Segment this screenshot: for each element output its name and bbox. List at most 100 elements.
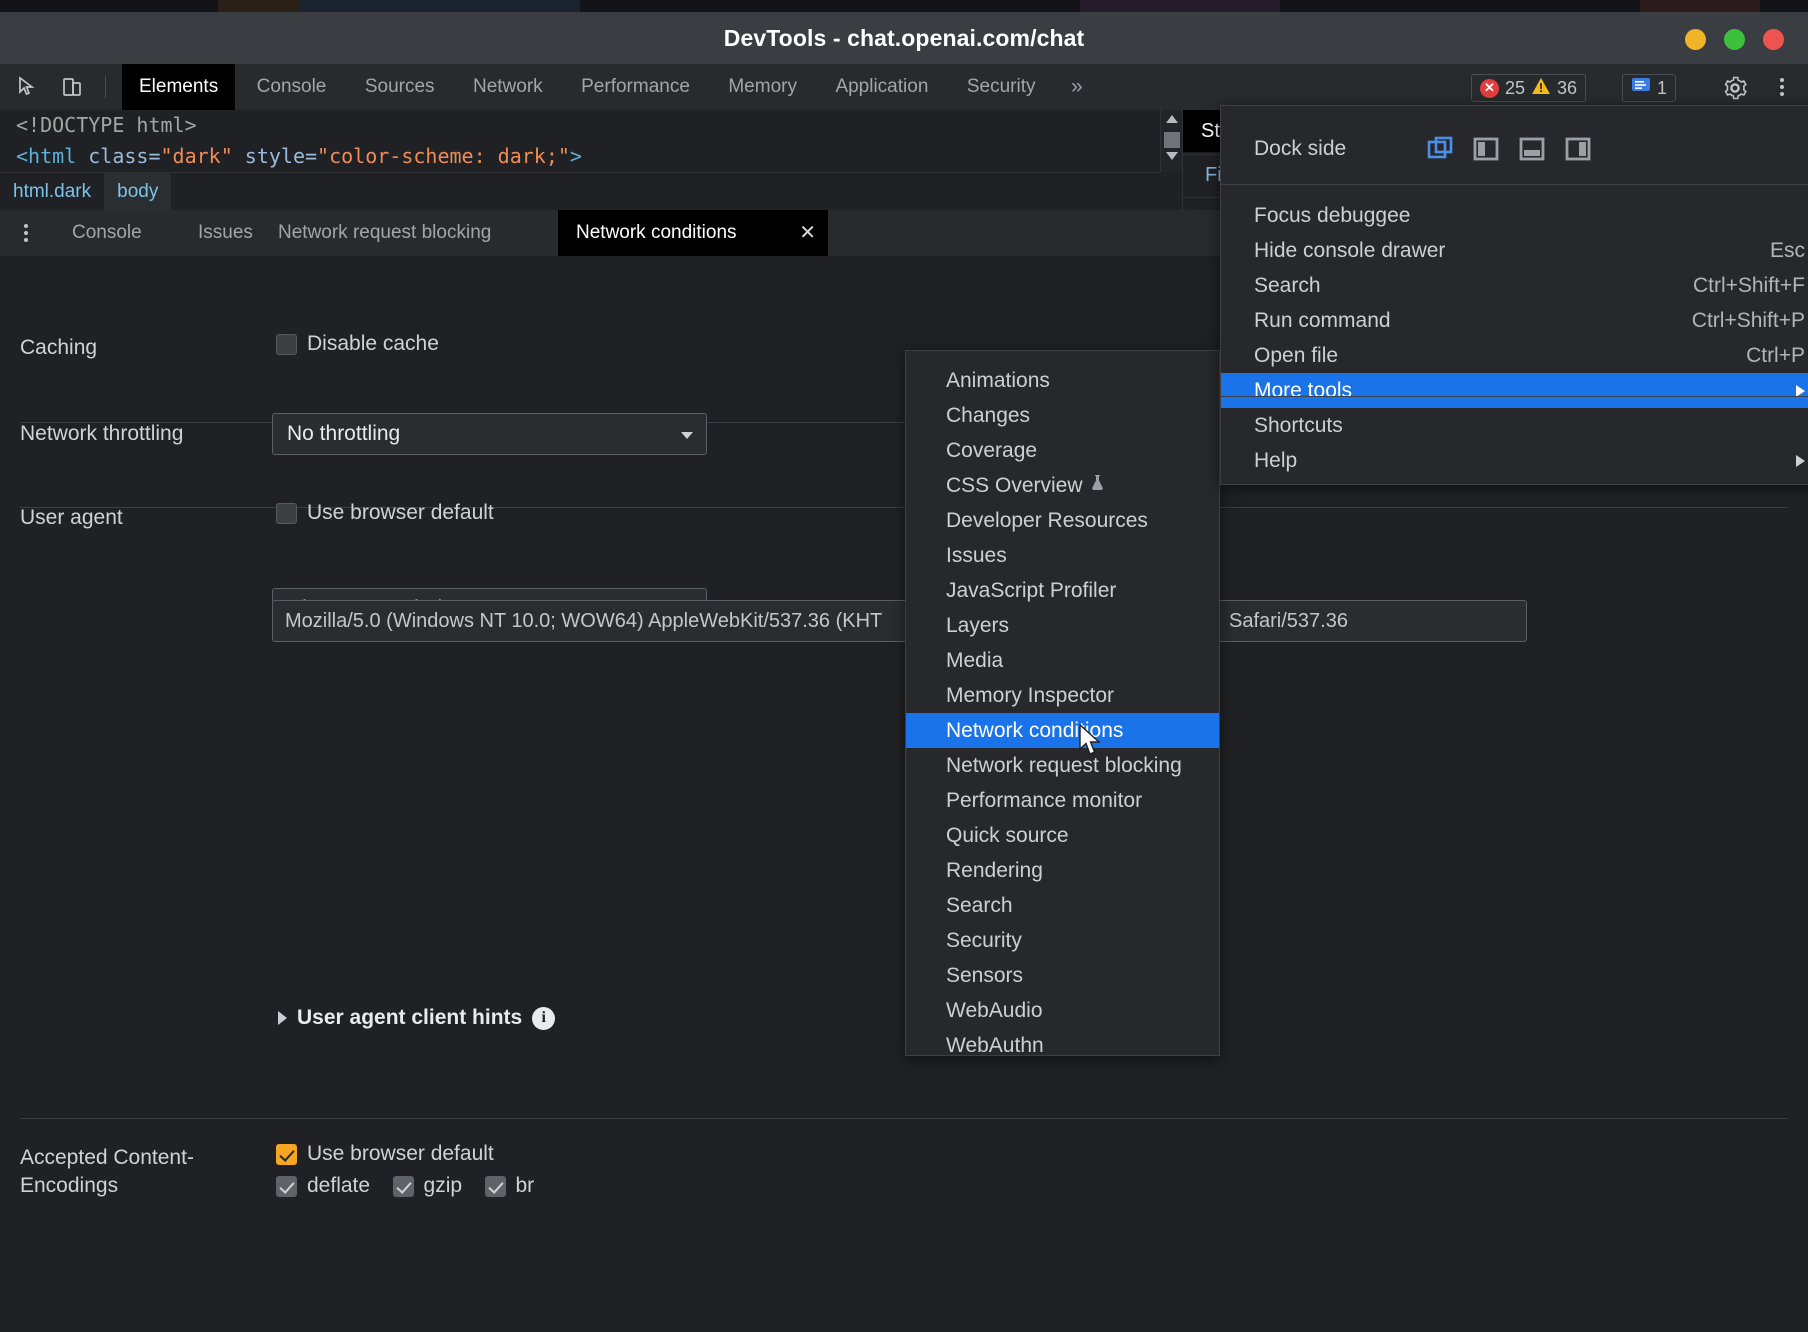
caching-label: Caching [20, 336, 98, 359]
drawer-tab-issues[interactable]: Issues [182, 210, 269, 256]
menu-item-run-command-label: Run command [1254, 309, 1391, 332]
window-title: DevTools - chat.openai.com/chat [723, 25, 1085, 51]
content-encodings-label-line1: Accepted Content- [20, 1146, 194, 1169]
menu-item-help[interactable]: Help [1221, 443, 1808, 478]
undock-into-separate-window-icon[interactable] [1426, 135, 1454, 163]
content-encodings-label-line2: Encodings [20, 1174, 119, 1197]
menu-item-shortcuts[interactable]: Shortcuts [1221, 408, 1808, 443]
messages-badge-group[interactable]: 1 [1622, 74, 1677, 102]
menu-item-issues[interactable]: Issues [906, 538, 1219, 573]
toolbar-divider [105, 76, 106, 98]
user-agent-label: User agent [20, 506, 123, 529]
disable-cache-checkbox[interactable]: Disable cache [276, 332, 439, 356]
network-throttling-select[interactable]: No throttling [272, 413, 707, 455]
breadcrumb-item-html[interactable]: html.dark [0, 173, 104, 211]
menu-item-animations[interactable]: Animations [906, 363, 1219, 398]
menu-item-run-command[interactable]: Run command Ctrl+Shift+P [1221, 303, 1808, 338]
menu-separator-2 [1221, 396, 1808, 397]
menu-item-security[interactable]: Security [906, 923, 1219, 958]
menu-item-quick-source[interactable]: Quick source [906, 818, 1219, 853]
menu-item-media[interactable]: Media [906, 643, 1219, 678]
tab-performance[interactable]: Performance [564, 64, 707, 110]
encoding-deflate-box[interactable] [276, 1175, 297, 1197]
menu-item-network-conditions[interactable]: Network conditions [906, 713, 1219, 748]
dom-tree-scrollbar[interactable] [1160, 110, 1183, 172]
menu-item-coverage[interactable]: Coverage [906, 433, 1219, 468]
menu-item-javascript-profiler[interactable]: JavaScript Profiler [906, 573, 1219, 608]
dock-to-right-icon[interactable] [1564, 135, 1592, 163]
scroll-up-icon[interactable] [1166, 115, 1178, 123]
window-maximize-button[interactable] [1724, 29, 1745, 50]
drawer-tab-network-conditions[interactable]: Network conditions ✕ [558, 210, 828, 256]
menu-item-rendering[interactable]: Rendering [906, 853, 1219, 888]
dock-to-left-icon[interactable] [1472, 135, 1500, 163]
user-agent-string-input[interactable]: Mozilla/5.0 (Windows NT 10.0; WOW64) App… [272, 600, 912, 642]
menu-item-developer-resources[interactable]: Developer Resources [906, 503, 1219, 538]
encoding-br-box[interactable] [484, 1175, 506, 1197]
dock-to-bottom-icon[interactable] [1518, 135, 1546, 163]
disable-cache-box[interactable] [276, 333, 297, 355]
bg-strip-b [300, 0, 580, 12]
menu-item-memory-inspector[interactable]: Memory Inspector [906, 678, 1219, 713]
menu-item-css-overview[interactable]: CSS Overview [906, 468, 1219, 503]
menu-item-focus-debuggee[interactable]: Focus debuggee [1221, 198, 1808, 233]
ua-use-browser-default-checkbox[interactable]: Use browser default [276, 501, 494, 525]
user-agent-string-input-tail[interactable]: Safari/537.36 [1216, 600, 1527, 642]
breadcrumb-item-body[interactable]: body [104, 173, 172, 211]
menu-item-search[interactable]: Search Ctrl+Shift+F [1221, 268, 1808, 303]
inspect-element-icon[interactable] [14, 74, 42, 100]
scrollbar-thumb[interactable] [1164, 132, 1180, 148]
close-icon[interactable]: ✕ [799, 210, 816, 256]
info-icon[interactable]: i [532, 1006, 556, 1030]
encoding-gzip-box[interactable] [392, 1175, 414, 1197]
encodings-use-browser-default-checkbox[interactable]: Use browser default [276, 1142, 494, 1166]
breadcrumb: html.dark body [0, 172, 1160, 211]
drawer-tab-network-request-blocking[interactable]: Network request blocking [262, 210, 507, 256]
dom-tree-pane[interactable]: <!DOCTYPE html> <html class="dark" style… [0, 110, 1160, 172]
device-toolbar-icon[interactable] [58, 74, 86, 100]
message-icon [1631, 77, 1651, 99]
tab-network[interactable]: Network [456, 64, 560, 110]
menu-item-open-file[interactable]: Open file Ctrl+P [1221, 338, 1808, 373]
more-panels-chevron-icon[interactable]: » [1057, 64, 1097, 110]
menu-item-help-label: Help [1254, 449, 1298, 472]
tab-sources[interactable]: Sources [348, 64, 452, 110]
tab-console[interactable]: Console [240, 64, 344, 110]
submenu-arrow-icon [1796, 455, 1805, 467]
menu-item-webaudio[interactable]: WebAudio [906, 993, 1219, 1028]
scroll-down-icon[interactable] [1166, 152, 1178, 160]
encodings-use-browser-default-box[interactable] [276, 1143, 297, 1165]
dock-side-icons [1426, 135, 1592, 163]
warning-count: 36 [1557, 77, 1578, 98]
ua-use-browser-default-box[interactable] [276, 502, 297, 524]
menu-item-webauthn[interactable]: WebAuthn [906, 1028, 1219, 1063]
gear-icon[interactable] [1722, 75, 1748, 101]
menu-item-hide-console-drawer-label: Hide console drawer [1254, 239, 1446, 262]
warning-icon [1531, 77, 1551, 100]
menu-item-performance-monitor[interactable]: Performance monitor [906, 783, 1219, 818]
drawer-tab-network-conditions-label: Network conditions [576, 222, 737, 243]
drawer-tab-console[interactable]: Console [56, 210, 158, 256]
menu-item-more-tools[interactable]: More tools [1221, 373, 1808, 408]
menu-item-sensors[interactable]: Sensors [906, 958, 1219, 993]
window-close-button[interactable] [1763, 29, 1784, 50]
tab-application[interactable]: Application [818, 64, 945, 110]
dom-line-html[interactable]: <html class="dark" style="color-scheme: … [0, 141, 1160, 172]
kebab-menu-icon[interactable] [17, 221, 35, 245]
disable-cache-label: Disable cache [307, 332, 439, 355]
user-agent-client-hints-expander[interactable]: User agent client hints i [278, 1006, 556, 1030]
encoding-deflate-label: deflate [307, 1174, 371, 1197]
menu-item-search[interactable]: Search [906, 888, 1219, 923]
menu-item-layers[interactable]: Layers [906, 608, 1219, 643]
tab-security[interactable]: Security [950, 64, 1053, 110]
tab-memory[interactable]: Memory [711, 64, 814, 110]
menu-item-changes[interactable]: Changes [906, 398, 1219, 433]
issues-badge-group[interactable]: ✕ 25 36 [1471, 74, 1587, 102]
tab-elements[interactable]: Elements [122, 64, 236, 110]
menu-item-hide-console-drawer[interactable]: Hide console drawer Esc [1221, 233, 1808, 268]
bg-strip-c [1080, 0, 1280, 12]
menu-item-network-request-blocking[interactable]: Network request blocking [906, 748, 1219, 783]
window-minimize-button[interactable] [1685, 29, 1706, 50]
content-encodings-label: Accepted Content- Encodings [20, 1144, 260, 1200]
kebab-menu-icon[interactable] [1772, 75, 1792, 101]
